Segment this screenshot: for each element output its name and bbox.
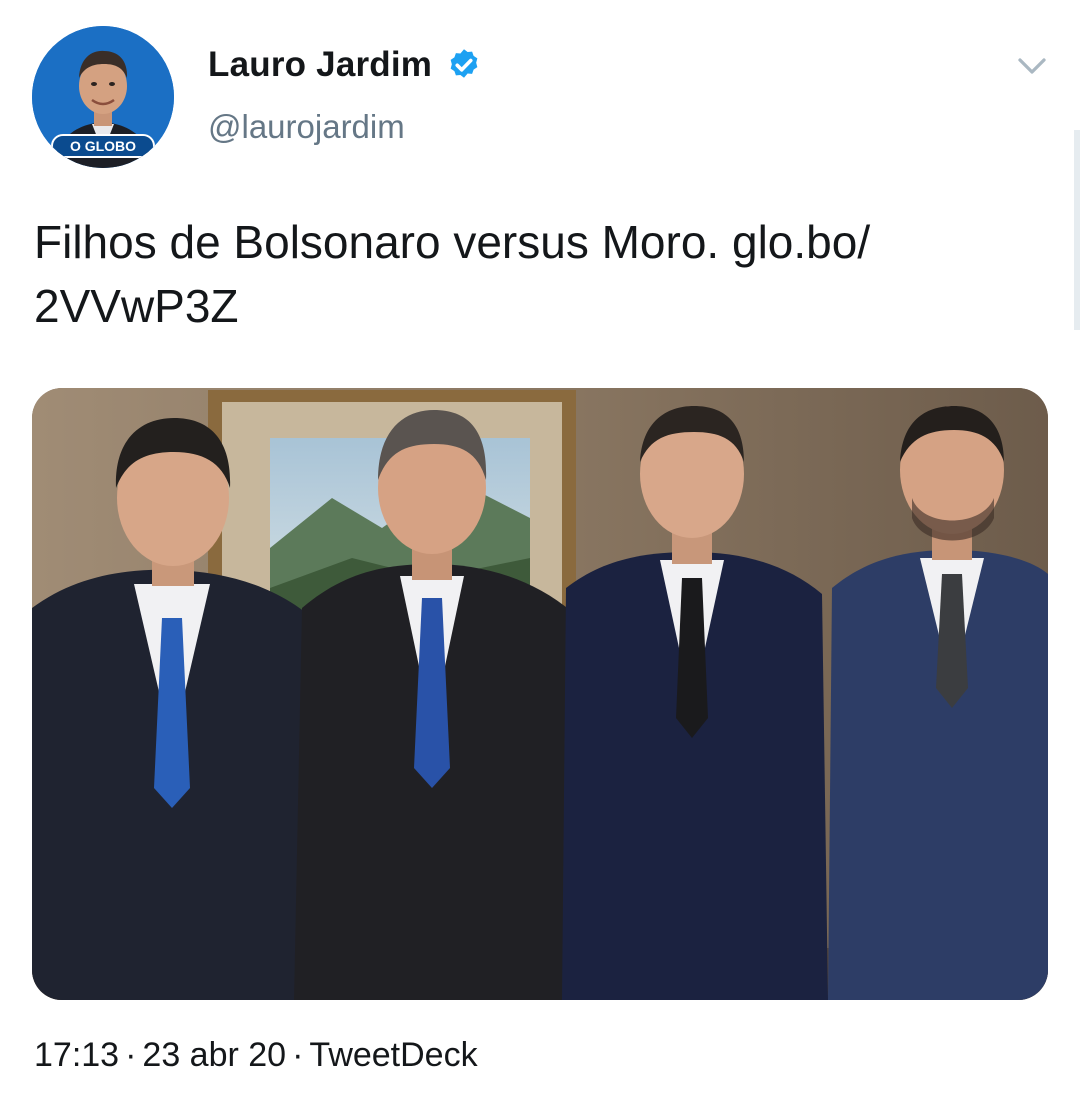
verified-badge-icon [450, 49, 478, 78]
tweet-date[interactable]: 23 abr 20 [142, 1036, 286, 1074]
meta-separator: · [125, 1036, 137, 1074]
tweet-text: Filhos de Bolsonaro versus Moro. glo.bo/… [34, 210, 1044, 338]
author-avatar[interactable]: O GLOBO [32, 26, 174, 168]
avatar-badge-text: O GLOBO [70, 138, 136, 154]
tweet-card[interactable]: O GLOBO Lauro Jardim @laurojardim Filhos… [0, 0, 1080, 1109]
tweet-text-body: Filhos de Bolsonaro versus Moro. [34, 216, 732, 268]
author-display-name[interactable]: Lauro Jardim [208, 45, 432, 85]
author-handle[interactable]: @laurojardim [208, 108, 405, 146]
meta-separator: · [292, 1036, 304, 1074]
author-name-row: Lauro Jardim [208, 40, 482, 90]
tweet-photo[interactable] [32, 388, 1048, 1000]
tweet-source[interactable]: TweetDeck [309, 1036, 477, 1074]
photo-image [32, 388, 1048, 1000]
scrollbar[interactable] [1074, 130, 1080, 330]
chevron-down-icon[interactable] [1014, 48, 1050, 84]
tweet-metadata: 17:13 · 23 abr 20 · TweetDeck [34, 1036, 478, 1075]
tweet-time[interactable]: 17:13 [34, 1036, 119, 1074]
